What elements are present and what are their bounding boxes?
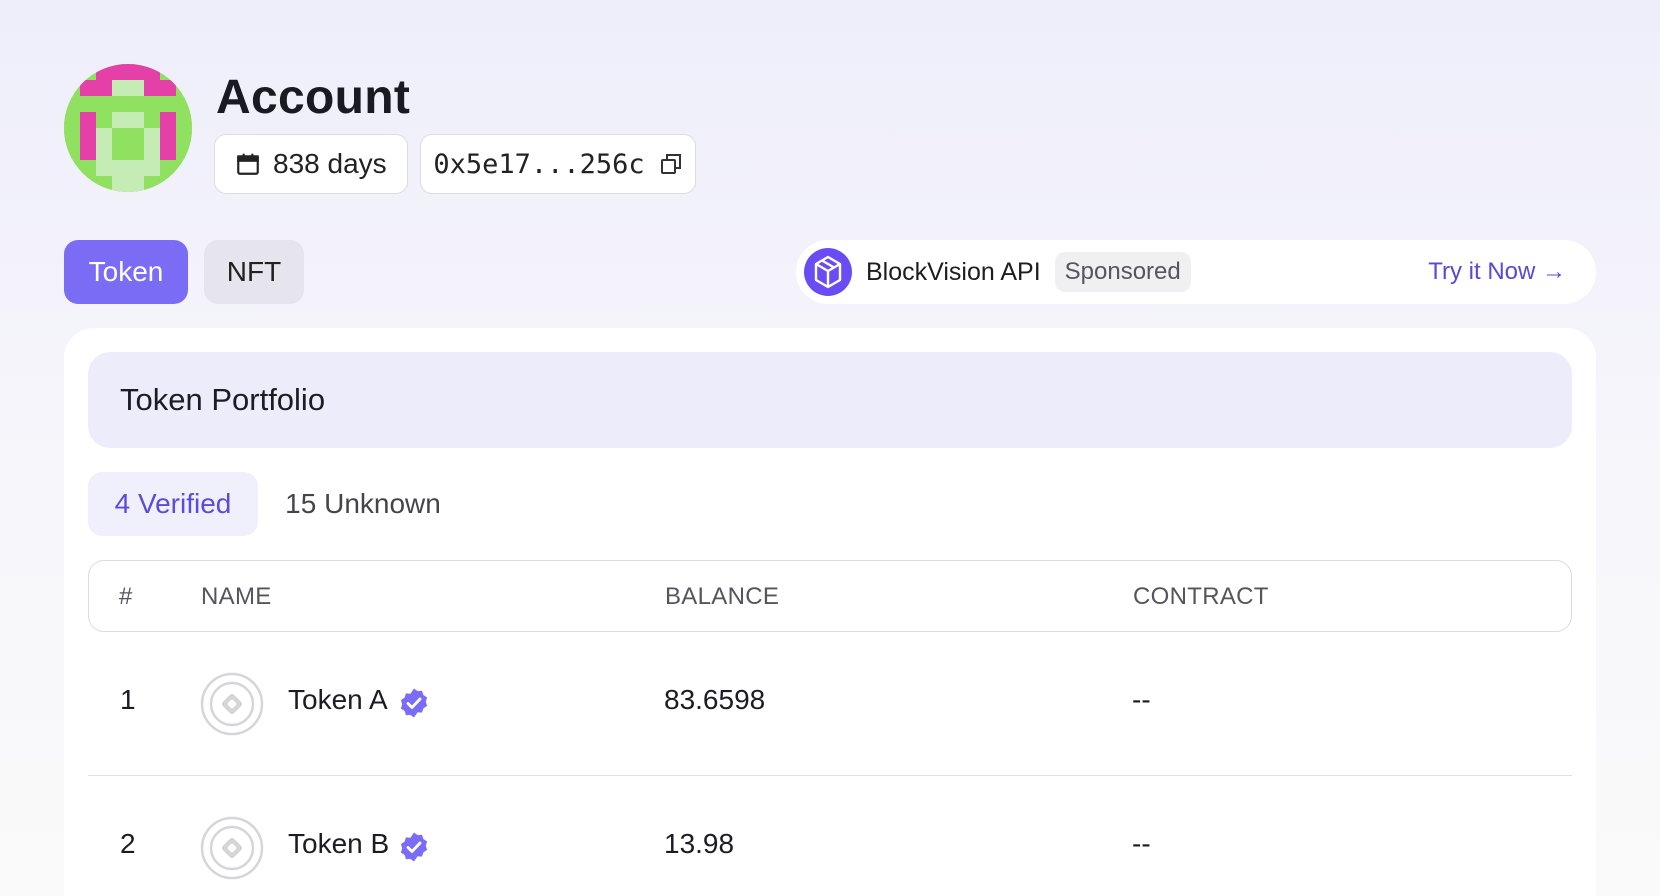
table-header: # NAME BALANCE CONTRACT [88, 560, 1572, 632]
token-balance: 13.98 [664, 828, 735, 859]
token-placeholder-icon [200, 816, 264, 880]
token-name[interactable]: Token A [288, 684, 388, 716]
token-placeholder-icon [200, 672, 264, 736]
account-address: 0x5e17...256c [433, 148, 645, 180]
filter-unknown[interactable]: 15 Unknown [274, 472, 452, 536]
address-chip[interactable]: 0x5e17...256c [420, 134, 696, 194]
token-balance: 83.6598 [664, 684, 766, 715]
account-age: 838 days [273, 148, 387, 179]
try-it-now-link[interactable]: Try it Now → [1428, 258, 1566, 286]
table-row[interactable]: 1 Token A 83.6598 -- [88, 632, 1572, 776]
page-title: Account [216, 71, 411, 124]
account-avatar [64, 64, 192, 192]
sponsor-banner[interactable]: BlockVision API Sponsored Try it Now → [796, 240, 1596, 304]
filter-verified[interactable]: 4 Verified [88, 472, 258, 536]
blockvision-logo-icon [804, 248, 852, 296]
column-header-index: # [119, 583, 133, 610]
portfolio-title: Token Portfolio [88, 352, 1572, 448]
copy-icon[interactable] [659, 152, 683, 176]
table-row[interactable]: 2 Token B 13.98 -- [88, 776, 1572, 896]
account-age-chip: 838 days [214, 134, 408, 194]
tab-token[interactable]: Token [64, 240, 188, 304]
token-name[interactable]: Token B [288, 828, 389, 860]
column-header-balance: BALANCE [665, 583, 780, 610]
sponsored-badge: Sponsored [1054, 252, 1191, 292]
verified-badge-icon [398, 687, 430, 719]
token-contract: -- [1132, 828, 1151, 859]
token-contract: -- [1132, 684, 1151, 715]
row-index: 2 [120, 828, 136, 859]
tab-nft[interactable]: NFT [204, 240, 304, 304]
account-page: Account 838 days 0x5e17...256c Token NFT [0, 0, 1660, 896]
calendar-icon [235, 151, 261, 177]
column-header-name: NAME [201, 583, 272, 610]
verified-badge-icon [398, 831, 430, 863]
column-header-contract: CONTRACT [1133, 583, 1269, 610]
token-portfolio-card: Token Portfolio 4 Verified 15 Unknown # … [64, 328, 1596, 896]
row-index: 1 [120, 684, 136, 715]
sponsor-name: BlockVision API [866, 257, 1041, 286]
